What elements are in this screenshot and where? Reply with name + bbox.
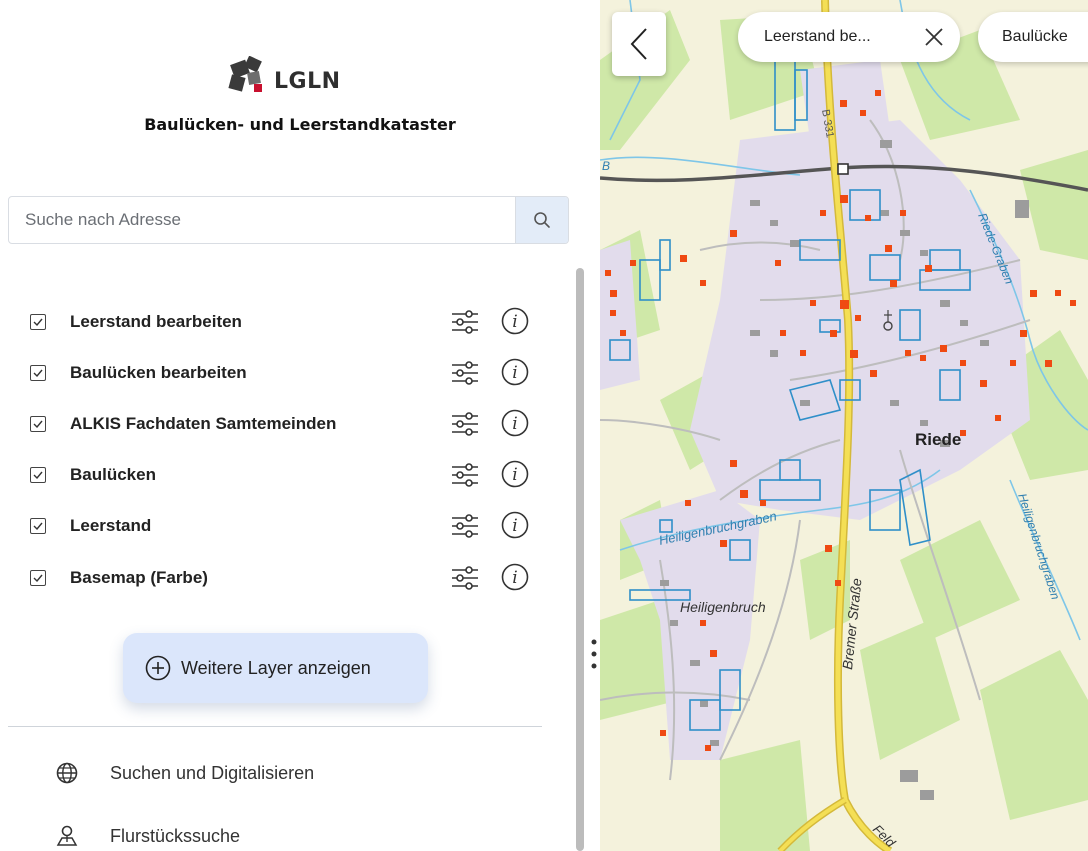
tab-baulucken[interactable]: Baulücke <box>978 12 1088 62</box>
chevron-left-icon <box>630 28 647 60</box>
parcel-search-icon <box>56 825 78 846</box>
back-button[interactable] <box>612 12 666 76</box>
tab-label: Baulücke <box>1002 28 1068 45</box>
layer-info-icon[interactable]: i <box>500 459 530 489</box>
layer-filter-icon[interactable] <box>449 563 481 593</box>
svg-text:i: i <box>512 516 517 536</box>
svg-text:i: i <box>512 363 517 383</box>
more-layers-button[interactable]: Weitere Layer anzeigen <box>123 633 428 703</box>
close-icon[interactable] <box>922 25 946 49</box>
layer-filter-icon[interactable] <box>449 409 481 439</box>
map-canvas[interactable]: Riede Heiligenbruch Bremer Straße Heilig… <box>600 0 1088 851</box>
checkmark-icon <box>33 522 43 530</box>
layer-filter-icon[interactable] <box>449 358 481 388</box>
nav-item-label: Suchen und Digitalisieren <box>110 763 315 783</box>
checkmark-icon <box>33 574 43 582</box>
nav-item-label: Flurstückssuche <box>110 826 241 846</box>
app-title: Baulücken- und Leerstandkataster <box>144 115 456 134</box>
tab-leerstand-bearbeiten[interactable]: Leerstand be... <box>738 12 960 62</box>
layer-label: Leerstand <box>70 516 152 535</box>
nav-item-parcel-search[interactable]: Flurstückssuche <box>0 816 560 851</box>
checkmark-icon <box>33 318 43 326</box>
checkmark-icon <box>33 420 43 428</box>
layer-row-baulucken: Baulücken i <box>0 455 580 495</box>
checkmark-icon <box>33 471 43 479</box>
map-label-village: Heiligenbruch <box>680 599 766 615</box>
layer-label: Baulücken <box>70 465 156 484</box>
svg-text:i: i <box>512 414 517 434</box>
layer-checkbox[interactable] <box>30 570 46 586</box>
layer-filter-icon[interactable] <box>449 511 481 541</box>
layer-checkbox[interactable] <box>30 365 46 381</box>
address-search-input[interactable] <box>9 197 517 243</box>
address-search <box>8 196 569 244</box>
station-marker <box>837 163 849 175</box>
sidebar-scrollbar[interactable] <box>576 268 584 851</box>
map-label-town: Riede <box>915 430 961 449</box>
svg-text:i: i <box>512 465 517 485</box>
globe-icon <box>56 762 78 784</box>
layer-checkbox[interactable] <box>30 467 46 483</box>
divider <box>8 726 542 727</box>
layer-info-icon[interactable]: i <box>500 306 530 336</box>
svg-text:i: i <box>512 568 517 588</box>
layer-checkbox[interactable] <box>30 314 46 330</box>
logo-text: LGLN <box>274 69 341 94</box>
drag-handle-icon[interactable] <box>588 636 600 672</box>
lgln-logo: LGLN <box>228 52 341 96</box>
layer-row-leerstand: Leerstand i <box>0 506 580 546</box>
checkmark-icon <box>33 369 43 377</box>
lgln-emblem-icon <box>228 56 262 92</box>
search-button[interactable] <box>515 197 568 243</box>
layer-info-icon[interactable]: i <box>500 357 530 387</box>
layer-row-baulucken-bearbeiten: Baulücken bearbeiten i <box>0 353 580 393</box>
more-layers-label: Weitere Layer anzeigen <box>181 657 371 678</box>
add-circle-icon <box>145 655 171 681</box>
search-icon <box>534 212 550 228</box>
app-window: LGLN Baulücken- und Leerstandkataster Le… <box>0 0 1088 851</box>
layer-info-icon[interactable]: i <box>500 510 530 540</box>
layer-label: ALKIS Fachdaten Samtemeinden <box>70 414 337 433</box>
map-view[interactable]: Riede Heiligenbruch Bremer Straße Heilig… <box>600 0 1088 851</box>
layer-checkbox[interactable] <box>30 416 46 432</box>
layer-label: Basemap (Farbe) <box>70 568 208 587</box>
nav-item-search-digitize[interactable]: Suchen und Digitalisieren <box>0 753 560 793</box>
layer-row-leerstand-bearbeiten: Leerstand bearbeiten i <box>0 302 580 342</box>
layer-info-icon[interactable]: i <box>500 408 530 438</box>
layer-row-alkis-fachdaten: ALKIS Fachdaten Samtemeinden i <box>0 404 580 444</box>
layer-info-icon[interactable]: i <box>500 562 530 592</box>
layer-filter-icon[interactable] <box>449 460 481 490</box>
layer-label: Leerstand bearbeiten <box>70 312 242 331</box>
map-label-misc: B <box>602 159 610 173</box>
layer-filter-icon[interactable] <box>449 307 481 337</box>
layer-row-basemap: Basemap (Farbe) i <box>0 558 580 598</box>
layer-label: Baulücken bearbeiten <box>70 363 247 382</box>
tab-label: Leerstand be... <box>764 28 871 45</box>
sidebar: LGLN Baulücken- und Leerstandkataster Le… <box>0 0 600 851</box>
layer-checkbox[interactable] <box>30 518 46 534</box>
svg-text:i: i <box>512 312 517 332</box>
